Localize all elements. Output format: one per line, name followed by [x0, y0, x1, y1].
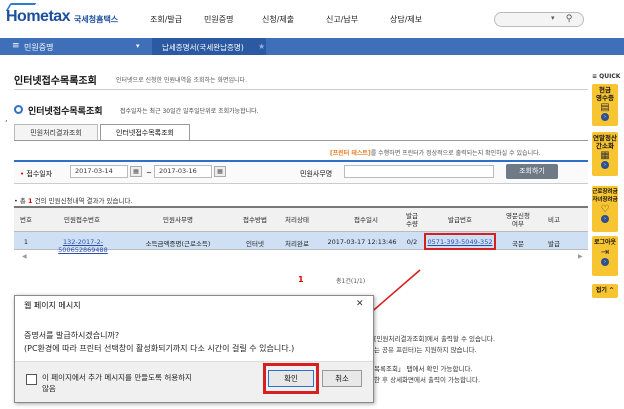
result-summary: • 총 1 건의 민원신청내역 결과가 있습니다. — [14, 197, 133, 205]
quick-fold-label: 접기 — [595, 287, 607, 294]
guide-line-2: 는 공유 프린터)는 지원하지 않습니다. — [374, 346, 477, 354]
suppress-label-line2: 않음 — [42, 384, 56, 393]
issue-qty-cell: 0/2 — [406, 238, 418, 246]
row-no: 1 — [23, 238, 29, 246]
col-issue-no: 발급번호 — [448, 216, 472, 224]
suppress-messages-label: 이 페이지에서 추가 메시지를 만들도록 허용하지 않음 — [42, 372, 192, 394]
receipt-icon: ▤ — [600, 102, 610, 113]
logout-icon: ⇥ — [600, 247, 610, 258]
heart-icon: ♡ — [600, 204, 610, 215]
chevron-right-icon: › — [601, 215, 609, 223]
col-issue-qty: 발급 수량 — [406, 212, 418, 228]
tab-underline — [14, 140, 588, 141]
dialog-title: 웹 페이지 메시지 — [24, 301, 81, 310]
date-separator: ~ — [146, 169, 152, 177]
method-cell: 인터넷 — [246, 240, 264, 248]
section-title: 인터넷접수목록조회 — [28, 107, 103, 117]
search-dropdown-icon[interactable]: ▾ — [551, 14, 555, 22]
col-receipt-date: 접수일시 — [354, 216, 378, 224]
note-issue-link[interactable]: 발급 — [542, 238, 566, 248]
col-civil-name: 민원사무명 — [163, 216, 193, 224]
page-description: 인터넷으로 신청한 민원내역을 조회하는 화면입니다. — [116, 77, 247, 84]
stray-tick: , — [5, 114, 8, 123]
notice-text: 를 수행하면 프린터가 정상적으로 출력되는지 확인하실 수 있습니다. — [370, 150, 541, 157]
quick-yearend-label: 연말정산 간소화 — [593, 134, 617, 150]
guide-line-3: 목록조회」 탭에서 확인 가능합니다. — [374, 365, 473, 373]
guide-line-1: [민원처리결과조회]에서 출력할 수 있습니다. — [374, 335, 495, 343]
quick-incentive-label: 근로장려금 자녀장려금 — [592, 189, 618, 203]
section-description: 접수일자는 최근 30일간 일주일단위로 조회가능합니다. — [120, 108, 259, 115]
dialog-message-line2: (PC환경에 따라 프린터 선택창이 활성화되기까지 다소 시간이 걸릴 수 있… — [24, 344, 295, 353]
civil-type-label: 민원사무명 — [300, 170, 333, 178]
printer-test-link[interactable]: [프린터 테스트] — [330, 150, 371, 157]
close-icon[interactable]: ✕ — [356, 299, 364, 309]
calendar-to-icon[interactable]: ▦ — [214, 166, 226, 177]
status-cell: 처리완료 — [285, 240, 309, 248]
result-count: 1 — [27, 197, 33, 205]
nav-civil-cert[interactable]: 민원증명 — [204, 14, 233, 25]
menu-title[interactable]: 민원증명 — [24, 42, 53, 53]
quick-incentive[interactable]: 근로장려금 자녀장려금 ♡ › — [592, 186, 618, 232]
section-bullet-icon — [14, 105, 23, 114]
menu-dropdown-icon[interactable]: ▾ — [136, 42, 140, 50]
quick-fold[interactable]: 접기 ^ — [592, 284, 618, 298]
issue-no-highlight — [424, 233, 496, 250]
english-cell: 국문 — [512, 240, 524, 248]
dialog-message-line1: 증명서를 발급하시겠습니까? — [24, 331, 120, 340]
civil-type-input[interactable] — [344, 165, 494, 178]
col-status: 처리상태 — [285, 216, 309, 224]
col-english: 영문신청 여부 — [506, 212, 530, 228]
calendar-from-icon[interactable]: ▦ — [130, 166, 142, 177]
civil-name-cell: 소득금액증명(근로소득) — [145, 240, 211, 248]
logo-subtitle: 국세청홈택스 — [74, 15, 119, 24]
printer-test-notice: [프린터 테스트]를 수행하면 프린터가 정상적으로 출력되는지 확인하실 수 … — [330, 148, 541, 157]
receipt-no-link[interactable]: 132-2017-2-500652869488 — [40, 238, 126, 254]
page-title: 인터넷접수목록조회 — [14, 76, 97, 87]
col-no: 번호 — [20, 216, 32, 224]
col-method: 접수방법 — [243, 216, 267, 224]
chevron-right-icon: › — [601, 161, 609, 169]
hamburger-icon[interactable]: ≡ — [12, 41, 20, 51]
query-button[interactable]: 조회하기 — [506, 164, 558, 179]
quick-cash-label: 현금 영수증 — [596, 86, 614, 102]
search-icon[interactable]: ⚲ — [562, 13, 576, 26]
quick-logout-label: 로그아웃 — [593, 239, 617, 246]
pager-current[interactable]: 1 — [298, 275, 304, 284]
chevron-right-icon: › — [601, 258, 609, 266]
nav-inquiry-issue[interactable]: 조회/발급 — [150, 14, 182, 25]
col-receipt-no: 민원접수번호 — [64, 216, 100, 224]
cancel-button[interactable]: 취소 — [322, 370, 362, 387]
scroll-right-icon[interactable]: ▶ — [578, 253, 583, 260]
receipt-date-cell: 2017-03-17 12:13:46 — [327, 238, 397, 246]
date-from-input[interactable]: 2017-03-14 — [70, 165, 128, 178]
nav-report-pay[interactable]: 신고/납부 — [326, 14, 358, 25]
ok-button[interactable]: 확인 — [268, 370, 314, 387]
hometax-logo[interactable]: Hometax — [6, 8, 71, 26]
date-to-input[interactable]: 2017-03-16 — [154, 165, 212, 178]
guide-line-4: 한 후 상세화면에서 출력이 가능합니다. — [374, 376, 481, 384]
date-label: • 접수일자 — [20, 170, 53, 178]
breadcrumb-label[interactable]: 납세증명서(국세완납증명) — [162, 42, 244, 53]
quick-menu-head: ≡ QUICK — [592, 73, 621, 80]
tab-civil-result[interactable]: 민원처리결과조회 — [14, 124, 98, 141]
quick-year-end[interactable]: 연말정산 간소화 ▦ › — [592, 132, 618, 176]
quick-logout[interactable]: 로그아웃 ⇥ › — [592, 236, 618, 276]
chevron-right-icon: › — [601, 113, 609, 121]
favorite-star-icon[interactable]: ★ — [258, 42, 265, 51]
suppress-messages-checkbox[interactable] — [26, 374, 37, 385]
tab-internet-receipt[interactable]: 인터넷접수목록조회 — [100, 124, 190, 141]
dialog-message: 증명서를 발급하시겠습니까? (PC환경에 따라 프린터 선택창이 활성화되기까… — [24, 329, 294, 355]
suppress-label-line1: 이 페이지에서 추가 메시지를 만들도록 허용하지 — [42, 373, 192, 382]
document-icon: ▦ — [600, 150, 610, 161]
pager-info: 총1건(1/1) — [336, 278, 366, 285]
nav-consult-report[interactable]: 상담/제보 — [390, 14, 422, 25]
scroll-left-icon[interactable]: ◀ — [22, 253, 27, 260]
quick-cash-receipt[interactable]: 현금 영수증 ▤ › — [592, 84, 618, 126]
col-note: 비고 — [548, 216, 560, 224]
nav-apply-submit[interactable]: 신청/제출 — [262, 14, 294, 25]
title-divider — [14, 89, 588, 90]
menu-bar — [0, 38, 624, 55]
